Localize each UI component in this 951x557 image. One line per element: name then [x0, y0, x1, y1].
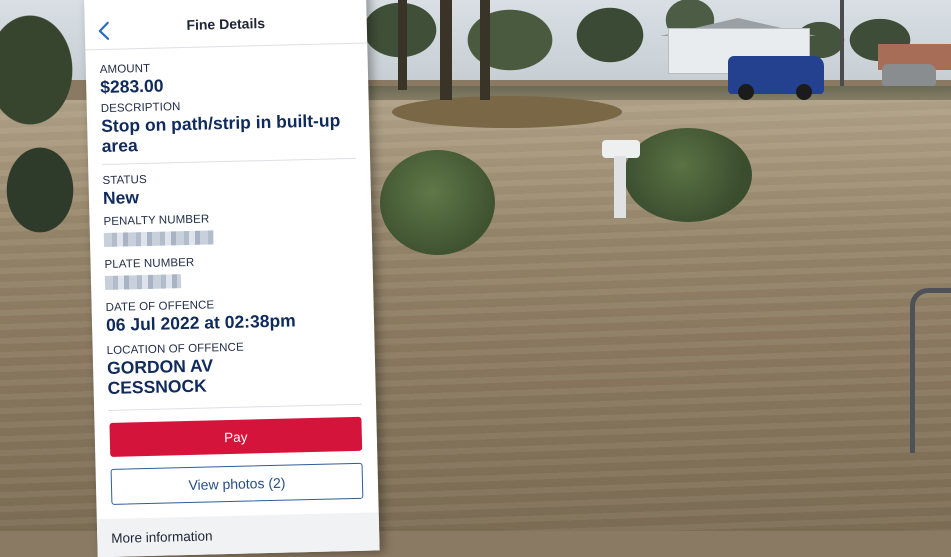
ute-wheel	[796, 84, 812, 100]
description-value: Stop on path/strip in built-up area	[100, 110, 341, 157]
view-photos-button[interactable]: View photos (2)	[110, 462, 364, 505]
fine-details: AMOUNT $283.00 DESCRIPTION Stop on path/…	[85, 44, 376, 412]
more-information-label: More information	[111, 528, 213, 546]
divider	[108, 403, 363, 411]
bush	[380, 150, 495, 255]
phone-screen: Fine Details AMOUNT $283.00 DESCRIPTION …	[84, 0, 380, 557]
tree-trunk	[440, 0, 452, 100]
metal-rail	[910, 288, 951, 453]
pay-button[interactable]: Pay	[109, 416, 363, 457]
app-header: Fine Details	[84, 0, 368, 51]
power-pole	[840, 0, 844, 90]
location-section: LOCATION OF OFFENCE GORDON AV CESSNOCK	[107, 339, 362, 398]
description-section: DESCRIPTION Stop on path/strip in built-…	[101, 97, 356, 156]
page-title: Fine Details	[186, 15, 266, 33]
divider	[102, 157, 357, 166]
letterbox-post	[614, 156, 626, 218]
bush	[624, 128, 752, 222]
grey-car	[882, 64, 936, 86]
more-information-row[interactable]: More information	[96, 512, 380, 557]
ute-wheel	[738, 84, 754, 100]
tree-trunk	[480, 0, 490, 100]
mud-island	[392, 96, 622, 128]
tree-trunk	[398, 0, 407, 90]
